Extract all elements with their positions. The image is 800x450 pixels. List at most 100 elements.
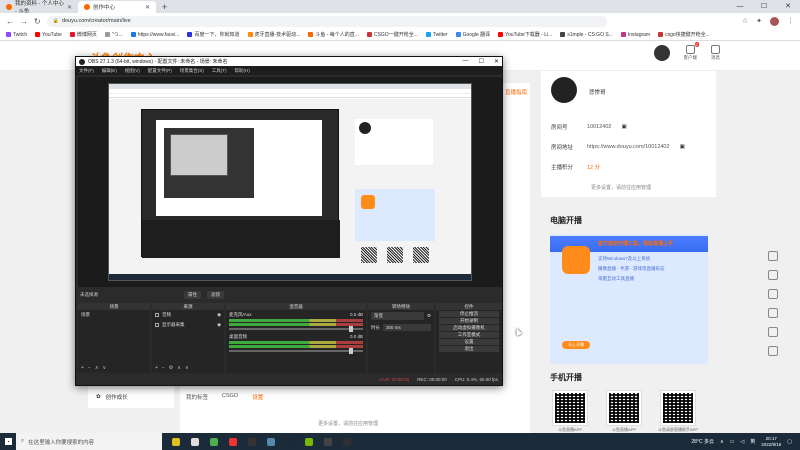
monitor-icon[interactable] bbox=[768, 327, 778, 337]
profile-avatar[interactable] bbox=[770, 16, 779, 26]
browser-tab-creator[interactable]: 创作中心 ✕ bbox=[78, 1, 156, 13]
menu-help[interactable]: 帮助(H) bbox=[235, 68, 250, 74]
close-window-button[interactable]: ✕ bbox=[776, 0, 800, 13]
bookmark-item[interactable]: s1mple - CS:GO S... bbox=[560, 32, 613, 38]
gear-icon[interactable]: ⚙ bbox=[169, 365, 173, 371]
bookmark-item[interactable]: 百度一下，你就知道 bbox=[187, 31, 240, 38]
bookmark-item[interactable]: Twitter bbox=[425, 32, 448, 38]
obs-titlebar[interactable]: OBS 27.1.3 (64-bit, windows) - 配置文件: 未命名… bbox=[76, 57, 502, 66]
netease-icon[interactable] bbox=[229, 437, 237, 446]
pc-live-banner[interactable]: 官方指定开播工具，轻松直播上手 支持Windows7及以上系统 摄像直播 · 手… bbox=[550, 234, 708, 364]
source-item[interactable]: 音频 ◉ bbox=[152, 310, 224, 320]
start-recording-button[interactable]: 开始录制 bbox=[439, 318, 499, 324]
menu-profile[interactable]: 配置文件(P) bbox=[148, 68, 172, 74]
tag-csgo[interactable]: CSGO bbox=[222, 393, 238, 401]
bookmark-item[interactable]: Twitch bbox=[6, 32, 27, 38]
bookmark-item[interactable]: 斗鱼 - 每个人的直... bbox=[308, 31, 359, 38]
exit-button[interactable]: 退出 bbox=[439, 346, 499, 352]
maximize-button[interactable]: ☐ bbox=[479, 58, 484, 65]
chevron-up-icon[interactable]: ∧ bbox=[720, 439, 724, 445]
new-tab-button[interactable]: + bbox=[156, 1, 173, 13]
task-view-icon[interactable] bbox=[172, 437, 180, 446]
steam-icon[interactable] bbox=[286, 437, 294, 446]
star-icon[interactable]: ☆ bbox=[742, 17, 748, 26]
bookmark-item[interactable]: Google 翻译 bbox=[455, 31, 490, 38]
start-live-button[interactable]: 马上开播 bbox=[562, 341, 590, 349]
transition-select[interactable]: 渐变 bbox=[371, 312, 424, 320]
menu-view[interactable]: 视图(V) bbox=[125, 68, 140, 74]
weather-text[interactable]: 28°C 多云 bbox=[691, 438, 714, 445]
headset-icon[interactable] bbox=[768, 308, 778, 318]
start-button[interactable] bbox=[0, 433, 16, 450]
forward-arrow-icon[interactable]: → bbox=[20, 17, 28, 26]
minimize-button[interactable]: — bbox=[463, 58, 469, 65]
obs-icon[interactable] bbox=[343, 437, 351, 446]
close-tab-icon[interactable]: ✕ bbox=[67, 4, 72, 11]
client-button[interactable]: 2 客户端 bbox=[684, 42, 699, 61]
obs-preview[interactable] bbox=[78, 77, 502, 287]
messages-button[interactable]: 消息 bbox=[711, 45, 720, 61]
eye-icon[interactable]: ◉ bbox=[217, 322, 221, 328]
nvidia-icon[interactable] bbox=[305, 437, 313, 446]
sidebar-item-growth[interactable]: ✿ 创作成长 bbox=[88, 386, 174, 408]
volume-icon[interactable]: ◁ bbox=[740, 439, 744, 445]
live-guide-link[interactable]: 直播指南 bbox=[505, 88, 527, 96]
menu-edit[interactable]: 编辑(E) bbox=[102, 68, 117, 74]
settings-link[interactable]: 设置 bbox=[252, 393, 263, 401]
volume-slider[interactable] bbox=[229, 348, 363, 354]
help-icon[interactable] bbox=[768, 289, 778, 299]
network-icon[interactable]: ▭ bbox=[730, 439, 735, 445]
remove-icon[interactable]: − bbox=[88, 365, 91, 371]
maximize-button[interactable]: ☐ bbox=[752, 0, 776, 13]
menu-scene-collection[interactable]: 场景集合(S) bbox=[180, 68, 204, 74]
url-input[interactable]: 🔒 douyu.com/creator/main/live bbox=[46, 15, 607, 27]
bookmark-item[interactable]: 虎牙直播-技术驱动... bbox=[247, 31, 300, 38]
close-tab-icon[interactable]: ✕ bbox=[145, 4, 150, 11]
menu-dots-icon[interactable]: ⋮ bbox=[787, 17, 794, 26]
back-arrow-icon[interactable]: ← bbox=[6, 17, 14, 26]
video-icon[interactable] bbox=[768, 270, 778, 280]
up-icon[interactable]: ∧ bbox=[95, 365, 99, 371]
share-icon[interactable] bbox=[768, 251, 778, 261]
profile-more-link[interactable]: 更多设置，请前往应用管理 bbox=[591, 184, 651, 191]
settings-button[interactable]: 设置 bbox=[439, 339, 499, 345]
bookmark-item[interactable]: Instagram bbox=[620, 32, 650, 38]
remove-icon[interactable]: − bbox=[162, 365, 165, 371]
eye-icon[interactable]: ◉ bbox=[217, 312, 221, 318]
close-button[interactable]: ✕ bbox=[494, 58, 499, 65]
bookmark-item[interactable]: YouTube bbox=[35, 32, 62, 38]
bookmark-item[interactable]: https://www.facei... bbox=[130, 32, 179, 38]
explorer-icon[interactable] bbox=[191, 437, 199, 446]
app-icon[interactable] bbox=[248, 437, 256, 446]
taskbar-search[interactable]: ⌕ 在这里输入你要搜索的内容 bbox=[16, 433, 162, 450]
virtual-camera-button[interactable]: 启动虚拟摄像机 bbox=[439, 325, 499, 331]
studio-mode-button[interactable]: 工作室模式 bbox=[439, 332, 499, 338]
app-icon[interactable] bbox=[324, 437, 332, 446]
top-arrow-icon[interactable] bbox=[768, 346, 778, 356]
copy-icon[interactable]: ▣ bbox=[621, 124, 626, 130]
filters-button[interactable]: 滤镜 bbox=[207, 290, 224, 299]
scene-item[interactable]: 场景 bbox=[78, 310, 150, 320]
bookmark-item[interactable]: "つ... bbox=[104, 31, 123, 38]
source-item[interactable]: 显示器采集 ◉ bbox=[152, 320, 224, 330]
menu-file[interactable]: 文件(F) bbox=[79, 68, 94, 74]
more-settings-link[interactable]: 更多设置，请前往应用管理 bbox=[318, 420, 378, 427]
down-icon[interactable]: ∨ bbox=[103, 365, 107, 371]
minimize-button[interactable]: — bbox=[728, 0, 752, 13]
add-icon[interactable]: + bbox=[155, 365, 158, 371]
up-icon[interactable]: ∧ bbox=[177, 365, 181, 371]
properties-button[interactable]: 属性 bbox=[184, 290, 201, 299]
app-icon[interactable] bbox=[267, 437, 275, 446]
user-avatar[interactable] bbox=[653, 45, 670, 61]
bookmark-item[interactable]: csgo快捷键开枪全... bbox=[658, 31, 710, 38]
add-icon[interactable]: + bbox=[81, 365, 84, 371]
ime-indicator[interactable]: 英 bbox=[750, 438, 755, 445]
bookmark-item[interactable]: CSGO一键开枪全... bbox=[366, 31, 418, 38]
duration-input[interactable]: 300 ms bbox=[383, 324, 431, 331]
puzzle-icon[interactable]: ✦ bbox=[756, 17, 762, 26]
volume-slider[interactable] bbox=[229, 326, 363, 332]
down-icon[interactable]: ∨ bbox=[185, 365, 189, 371]
chrome-icon[interactable] bbox=[210, 437, 218, 446]
copy-icon[interactable]: ▣ bbox=[680, 144, 685, 150]
clock[interactable]: 20:17 2022/9/16 bbox=[761, 436, 781, 448]
